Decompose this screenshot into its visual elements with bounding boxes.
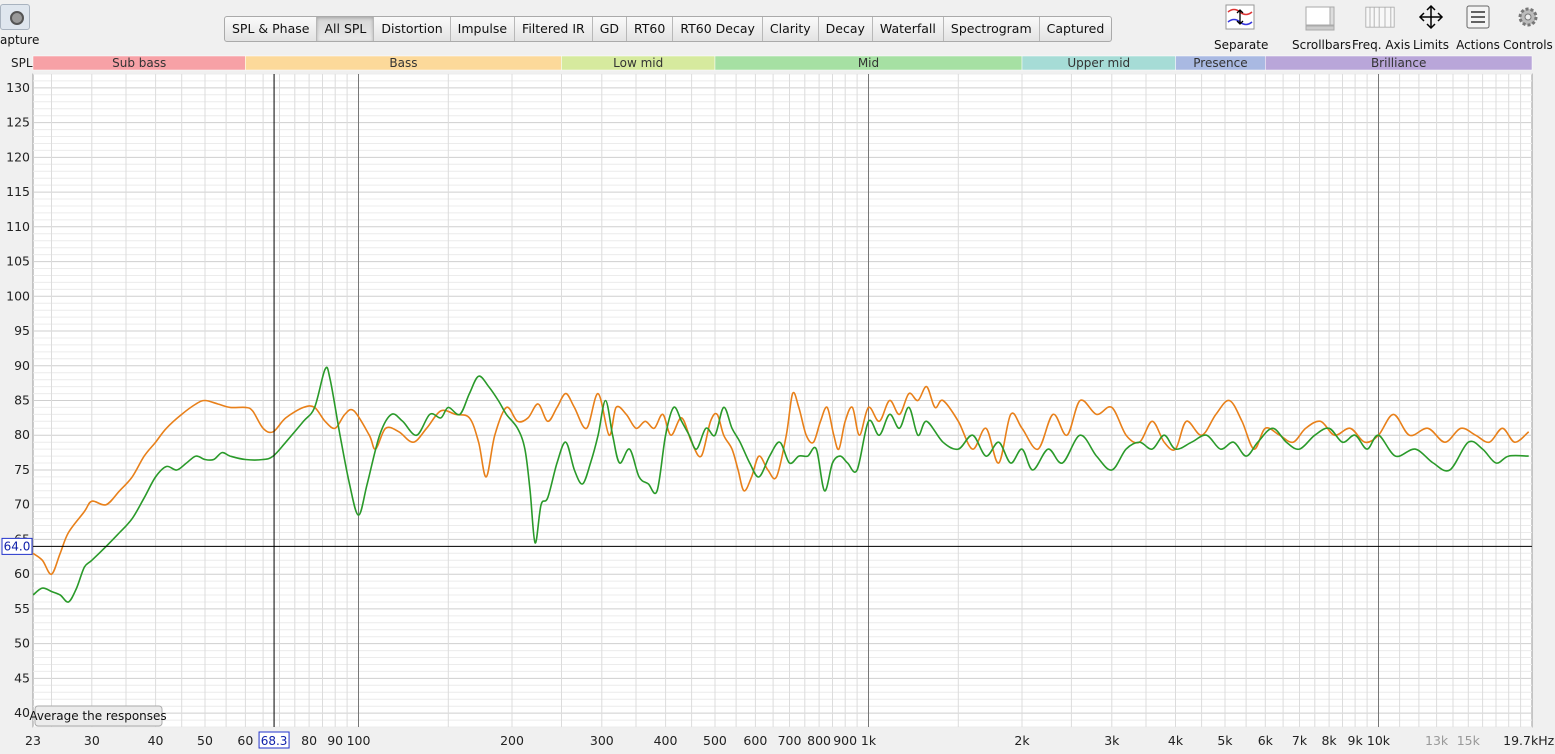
x-tick-label: 5k <box>1217 733 1233 748</box>
y-tick-label: 95 <box>14 323 30 338</box>
cursor-freq-label: 68.3 <box>261 734 288 748</box>
band-label: Low mid <box>613 56 663 70</box>
x-tick-label: 800 <box>807 733 831 748</box>
band-label: Sub bass <box>112 56 166 70</box>
x-tick-label: 300 <box>590 733 614 748</box>
band-label: Upper mid <box>1067 56 1130 70</box>
average-responses-button[interactable]: Average the responses <box>29 705 167 727</box>
x-tick-label: 40 <box>148 733 164 748</box>
y-tick-label: 45 <box>14 670 30 685</box>
x-tick-label: 9k <box>1348 733 1364 748</box>
band-strip: Sub bass Bass Low mid Mid Upper mid Presence B… <box>32 55 1533 71</box>
x-tick-label: 400 <box>654 733 678 748</box>
x-tick-label: 50 <box>197 733 213 748</box>
y-tick-label: 130 <box>6 80 30 95</box>
x-tick-label: 900 <box>833 733 857 748</box>
x-tick-label: 23 <box>25 733 41 748</box>
y-tick-label: 85 <box>14 393 30 408</box>
y-tick-label: 40 <box>14 705 30 720</box>
band-label: Presence <box>1193 56 1247 70</box>
x-tick-label: 6k <box>1258 733 1274 748</box>
y-tick-label: 60 <box>14 566 30 581</box>
band-label: Brilliance <box>1371 56 1426 70</box>
x-tick-label: 1k <box>861 733 877 748</box>
x-tick-label: 19.7kHz <box>1503 733 1554 748</box>
x-tick-label: 200 <box>500 733 524 748</box>
average-button-label: Average the responses <box>29 709 166 723</box>
x-tick-label: 15k <box>1457 733 1481 748</box>
x-tick-label: 8k <box>1321 733 1337 748</box>
x-tick-label: 700 <box>778 733 802 748</box>
x-tick-label: 10k <box>1367 733 1391 748</box>
spl-chart[interactable]: Sub bass Bass Low mid Mid Upper mid Presence B… <box>0 0 1555 754</box>
x-tick-label: 60 <box>237 733 253 748</box>
x-tick-label: 500 <box>703 733 727 748</box>
x-tick-label: 2k <box>1014 733 1030 748</box>
y-tick-label: 80 <box>14 427 30 442</box>
y-tick-label: 75 <box>14 462 30 477</box>
y-tick-label: 120 <box>6 149 30 164</box>
band-label: Mid <box>858 56 879 70</box>
x-tick-label: 13k <box>1425 733 1449 748</box>
y-tick-label: 100 <box>6 288 30 303</box>
cursor-spl-label: 64.0 <box>4 539 31 553</box>
band-label: Bass <box>389 56 417 70</box>
x-tick-label: 90 <box>327 733 343 748</box>
y-tick-label: 70 <box>14 497 30 512</box>
y-tick-label: 105 <box>6 254 30 269</box>
y-tick-label: 50 <box>14 636 30 651</box>
x-tick-label: 3k <box>1104 733 1120 748</box>
x-tick-label: 100 <box>347 733 371 748</box>
y-tick-label: 125 <box>6 115 30 130</box>
x-tick-label: 30 <box>84 733 100 748</box>
x-tick-label: 600 <box>743 733 767 748</box>
y-tick-label: 90 <box>14 358 30 373</box>
y-axis-title: SPL <box>11 56 33 70</box>
y-tick-label: 115 <box>6 184 30 199</box>
y-tick-label: 55 <box>14 601 30 616</box>
x-tick-label: 80 <box>301 733 317 748</box>
y-tick-label: 110 <box>6 219 30 234</box>
x-tick-label: 7k <box>1292 733 1308 748</box>
x-tick-label: 4k <box>1168 733 1184 748</box>
